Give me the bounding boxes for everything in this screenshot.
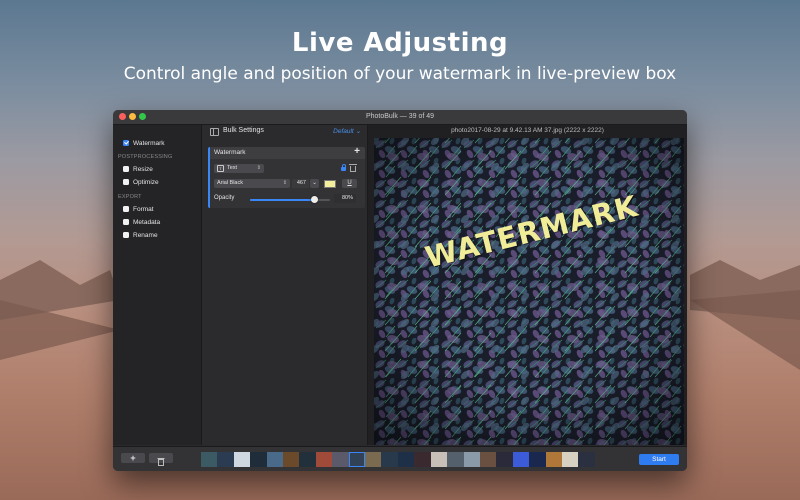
settings-panel: Bulk Settings Default ⌄ Watermark + T Tex… [202, 125, 368, 445]
font-size-stepper[interactable]: ⌄ [310, 179, 319, 188]
thumbnail[interactable] [348, 452, 366, 467]
chevron-down-icon: ⌄ [312, 180, 317, 186]
sidebar-item-rename[interactable]: Rename [123, 230, 158, 240]
preset-dropdown[interactable]: Default ⌄ [333, 127, 361, 135]
thumbnail[interactable] [365, 452, 382, 467]
settings-header: Bulk Settings Default ⌄ [202, 125, 367, 141]
thumbnail[interactable] [561, 452, 579, 467]
thumbnail[interactable] [496, 452, 513, 467]
watermark-type-value: Text [227, 165, 238, 171]
thumbnail[interactable] [414, 452, 431, 467]
sidebar-toggle-icon[interactable] [210, 128, 219, 136]
font-value: Arial Black [217, 180, 243, 186]
sidebar-item-optimize[interactable]: Optimize [123, 177, 159, 187]
preview-pane: photo2017-08-29 at 9.42.13 AM 37.jpg (22… [368, 125, 687, 445]
thumbnail[interactable] [545, 452, 562, 467]
titlebar: PhotoBulk — 39 of 49 [113, 110, 687, 125]
thumbnail[interactable] [529, 452, 546, 467]
watermark-card: Watermark + T Text ⇕ Arial Black ⇕ 467 ⌄ … [208, 146, 365, 208]
sidebar-item-resize[interactable]: Resize [123, 164, 153, 174]
font-select[interactable]: Arial Black ⇕ [214, 179, 290, 188]
thumbnail[interactable] [299, 452, 316, 467]
thumbnail[interactable] [233, 452, 251, 467]
window-title: PhotoBulk — 39 of 49 [365, 113, 435, 120]
chevron-updown-icon: ⇕ [256, 165, 261, 171]
chevron-updown-icon: ⇕ [282, 180, 287, 186]
settings-title: Bulk Settings [223, 127, 264, 134]
thumbnail[interactable] [397, 452, 415, 467]
thumbnail[interactable] [578, 452, 595, 467]
app-window: PhotoBulk — 39 of 49 Watermark POSTPROCE… [113, 110, 687, 471]
sidebar-item-watermark[interactable]: Watermark [123, 138, 165, 148]
thumbnail[interactable] [463, 452, 480, 467]
watermark-checkbox[interactable] [123, 140, 129, 146]
sidebar-item-label: Rename [133, 231, 158, 239]
sidebar: Watermark POSTPROCESSING Resize Optimize… [113, 125, 202, 445]
thumbnail[interactable] [447, 452, 464, 467]
sidebar-item-label: Resize [133, 165, 153, 173]
hero-subtitle: Control angle and position of your water… [123, 64, 677, 84]
opacity-slider-fill [250, 199, 314, 201]
metadata-checkbox[interactable] [123, 219, 129, 225]
delete-images-button[interactable] [149, 453, 173, 466]
thumbnail[interactable] [430, 452, 448, 467]
sidebar-item-metadata[interactable]: Metadata [123, 217, 160, 227]
section-export: EXPORT [118, 194, 142, 200]
thumbnail[interactable] [315, 452, 333, 467]
thumbnail[interactable] [266, 452, 284, 467]
trash-icon [157, 458, 165, 466]
preview-filename: photo2017-08-29 at 9.42.13 AM 37.jpg (22… [451, 127, 604, 134]
text-color-swatch[interactable] [324, 180, 336, 188]
font-size-field[interactable]: 467 [292, 179, 309, 188]
hero-title: Live Adjusting [291, 28, 509, 58]
thumbnail-strip [201, 452, 595, 467]
sidebar-item-format[interactable]: Format [123, 204, 154, 214]
text-type-icon: T [217, 165, 224, 172]
watermark-type-select[interactable]: T Text ⇕ [214, 164, 264, 173]
underline-button[interactable]: U [342, 179, 357, 188]
sidebar-item-label: Watermark [133, 139, 165, 147]
sidebar-item-label: Metadata [133, 218, 161, 226]
optimize-checkbox[interactable] [123, 179, 129, 185]
bottom-toolbar: + Start [113, 446, 687, 471]
preview-image[interactable]: WATERMARK [374, 138, 684, 445]
start-button[interactable]: Start [639, 454, 679, 465]
opacity-label: Opacity [214, 195, 235, 201]
thumbnail[interactable] [217, 452, 234, 467]
thumbnail[interactable] [250, 452, 267, 467]
rename-checkbox[interactable] [123, 232, 129, 238]
thumbnail[interactable] [332, 452, 349, 467]
resize-checkbox[interactable] [123, 166, 129, 172]
watermark-card-header: Watermark + [210, 146, 365, 159]
opacity-slider-knob[interactable] [310, 196, 318, 203]
add-images-button[interactable]: + [121, 453, 145, 463]
thumbnail[interactable] [512, 452, 530, 467]
watermark-card-title: Watermark [214, 149, 246, 156]
opacity-slider[interactable] [250, 196, 330, 203]
leaf-photo [374, 138, 684, 445]
opacity-value[interactable]: 80% [334, 194, 356, 203]
format-checkbox[interactable] [123, 206, 129, 212]
thumbnail[interactable] [479, 452, 497, 467]
thumbnail[interactable] [283, 452, 300, 467]
thumbnail[interactable] [381, 452, 398, 467]
section-postprocessing: POSTPROCESSING [118, 154, 173, 160]
thumbnail[interactable] [201, 452, 218, 467]
sidebar-item-label: Format [133, 205, 154, 213]
sidebar-item-label: Optimize [133, 178, 159, 186]
add-watermark-button[interactable]: + [354, 146, 360, 157]
trash-icon[interactable] [349, 164, 357, 172]
lock-icon[interactable] [341, 164, 346, 171]
